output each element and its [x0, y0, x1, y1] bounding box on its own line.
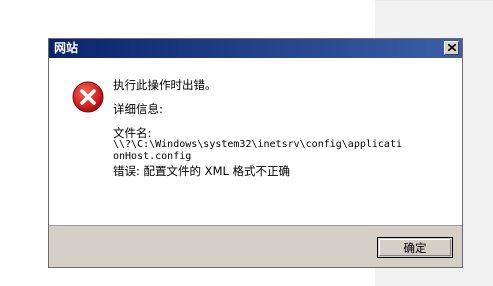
details-label: 详细信息:: [113, 102, 163, 116]
ok-button[interactable]: 确定: [377, 237, 453, 258]
background-divider: [375, 0, 493, 1]
error-dialog: 网站 执行此操作时出错。 详细信息: 文件名: \\?\C:\Windows\s…: [48, 38, 463, 268]
error-icon: [72, 81, 104, 113]
file-path: \\?\C:\Windows\system32\inetsrv\config\a…: [113, 139, 402, 162]
error-message: 执行此操作时出错。: [113, 78, 217, 92]
dialog-title: 网站: [54, 41, 79, 55]
dialog-content: 执行此操作时出错。 详细信息: 文件名: \\?\C:\Windows\syst…: [49, 58, 462, 225]
error-detail: 错误: 配置文件的 XML 格式不正确: [113, 164, 291, 178]
dialog-titlebar[interactable]: 网站: [49, 39, 462, 58]
close-icon: [448, 44, 456, 51]
ok-button-label: 确定: [379, 239, 451, 256]
close-button[interactable]: [444, 41, 459, 55]
file-name-label: 文件名:: [113, 126, 152, 140]
dialog-footer: 确定: [49, 225, 462, 267]
